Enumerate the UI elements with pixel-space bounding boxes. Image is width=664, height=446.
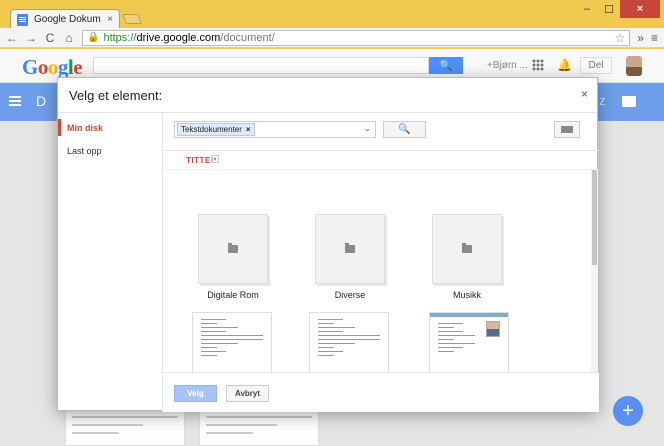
url-text: https://drive.google.com/document/ [103,32,274,44]
logo-letter: g [57,55,69,79]
reload-icon[interactable]: C [44,31,56,45]
folder-item[interactable] [432,214,502,284]
hamburger-menu-icon[interactable] [9,96,21,106]
grid-scrollbar[interactable] [591,170,598,372]
folder-item[interactable] [198,214,268,284]
url-host: drive.google.com [136,31,221,44]
dialog-main: Tekstdokumenter × ⌄ 🔍 TITTEL ▾ Digitale … [163,113,599,412]
folder-name: Diverse [334,290,366,300]
browser-toolbar: ← → C ⌂ 🔒 https://drive.google.com/docum… [0,28,664,48]
bookmark-star-icon[interactable]: ☆ [615,31,626,45]
drive-header-right-text: z [599,93,606,108]
url-scheme: https:// [103,31,137,44]
search-input[interactable]: Tekstdokumenter × ⌄ [174,121,376,138]
dialog-header: Velg et element: × [58,78,597,113]
sort-dropdown-icon[interactable]: ▾ [211,155,219,163]
forward-arrow-icon[interactable]: → [25,31,37,45]
folder-name: Digitale Rom [207,290,259,300]
sidebar-item-upload[interactable]: Last opp [58,142,162,159]
chevron-down-icon[interactable]: ⌄ [364,124,371,133]
search-icon: 🔍 [439,60,453,72]
apps-grid-icon[interactable] [532,59,544,71]
notifications-bell-icon[interactable]: 🔔 [557,58,572,72]
browser-tab[interactable]: Google Dokumenter × [10,9,120,29]
filter-chip-label: Tekstdokumenter [181,125,242,134]
sort-bar: TITTEL ▾ [163,151,599,170]
items-grid: Digitale Rom Diverse Musikk [163,170,591,372]
filter-bar: Tekstdokumenter × ⌄ 🔍 [163,113,599,151]
docs-favicon-icon [17,13,28,26]
drive-search-input[interactable] [93,57,429,74]
maximize-button[interactable]: ☐ [598,0,620,18]
logo-letter: o [47,55,59,79]
extensions-overflow-icon[interactable]: » [637,31,644,45]
drive-header-title: D [36,93,47,109]
tab-strip: Google Dokumenter × – ☐ × [0,0,664,29]
dialog-footer: Velg Avbryt [163,372,599,412]
tab-close-icon[interactable]: × [107,14,113,25]
background-doc-thumbnail [65,409,185,446]
address-bar[interactable]: 🔒 https://drive.google.com/document/ ☆ [82,29,631,46]
logo-letter: o [37,55,49,79]
background-doc-thumbnail [199,409,319,446]
avatar[interactable] [626,56,642,76]
portrait-thumbnail-icon [486,321,500,337]
list-view-icon [561,126,573,133]
folder-item[interactable] [315,214,385,284]
sidebar-item-my-drive[interactable]: Min disk [58,119,162,136]
scrollbar-thumb[interactable] [592,170,597,265]
drive-search-button[interactable]: 🔍 [429,57,463,74]
document-thumbnail[interactable] [192,312,272,372]
select-button[interactable]: Velg [174,385,217,402]
window-controls: – ☐ × [576,0,660,18]
document-thumbnail[interactable] [309,312,389,372]
filter-chip[interactable]: Tekstdokumenter × [177,123,255,136]
folder-icon[interactable] [622,96,636,107]
folder-icon [228,243,238,253]
browser-window: Google Dokumenter × – ☐ × ← → C ⌂ 🔒 http… [0,0,664,446]
dialog-sidebar: Min disk Last opp [58,113,163,412]
url-path: /document/ [220,31,275,44]
logo-letter: e [73,55,83,79]
back-arrow-icon[interactable]: ← [6,31,18,45]
view-toggle-button[interactable] [554,121,580,138]
dialog-close-icon[interactable]: × [581,87,588,101]
tab-title: Google Dokumenter [34,14,101,25]
document-thumbnail[interactable] [429,312,509,372]
folder-icon [345,243,355,253]
folder-icon [462,243,472,253]
minimize-button[interactable]: – [576,0,598,18]
search-icon: 🔍 [398,124,411,135]
cancel-button[interactable]: Avbryt [226,385,269,402]
user-name-link[interactable]: +Bjørn ... [487,60,528,71]
search-button[interactable]: 🔍 [383,121,426,138]
new-tab-button[interactable] [122,14,142,24]
logo-letter: G [22,55,38,79]
picker-dialog: Velg et element: × Min disk Last opp Tek… [57,77,599,412]
dialog-title: Velg et element: [69,88,163,103]
lock-icon: 🔒 [87,32,100,43]
browser-menu-icon[interactable]: ≡ [651,31,658,45]
share-button[interactable]: Del [580,57,612,74]
home-icon[interactable]: ⌂ [63,31,75,45]
chip-remove-icon[interactable]: × [246,125,251,134]
folder-name: Musikk [452,290,481,300]
window-close-button[interactable]: × [620,0,660,18]
create-new-fab[interactable]: + [613,396,643,426]
